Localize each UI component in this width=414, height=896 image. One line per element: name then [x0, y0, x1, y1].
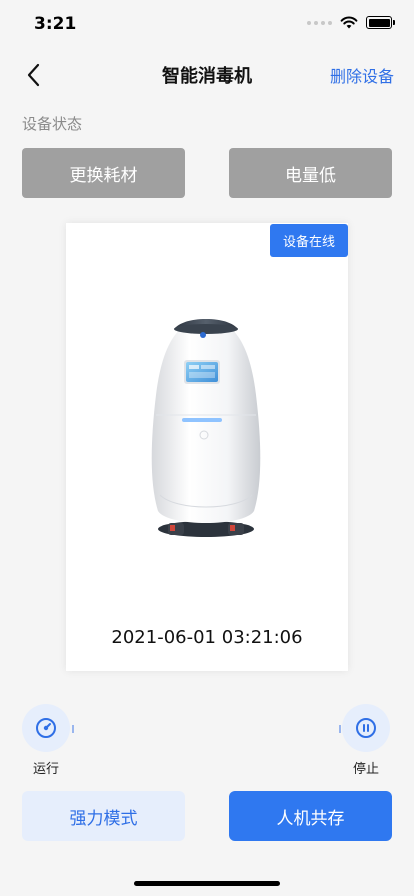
low-battery-button[interactable]: 电量低 — [229, 148, 392, 198]
stop-label: 停止 — [352, 762, 379, 777]
device-timestamp: 2021-06-01 03:21:06 — [111, 627, 303, 648]
status-icons — [307, 16, 395, 29]
status-bar: 3:21 — [0, 0, 414, 48]
device-card: 设备在线 2021-06-01 03:21:06 — [66, 223, 348, 671]
battery-icon — [366, 16, 395, 29]
strong-mode-button[interactable]: 强力模式 — [22, 791, 185, 841]
home-indicator[interactable] — [134, 881, 280, 886]
disinfection-robot-image — [151, 319, 261, 537]
nav-bar: 智能消毒机 删除设备 — [0, 52, 414, 96]
run-button[interactable] — [22, 704, 70, 752]
human-machine-coexist-button[interactable]: 人机共存 — [229, 791, 392, 841]
wifi-icon — [340, 16, 358, 29]
pause-icon — [356, 718, 376, 738]
cellular-signal-icon — [307, 20, 332, 25]
replace-consumables-button[interactable]: 更换耗材 — [22, 148, 185, 198]
gauge-icon — [36, 718, 56, 738]
run-label: 运行 — [32, 762, 59, 777]
status-time: 3:21 — [34, 14, 77, 34]
scroll-hint-right — [339, 725, 341, 733]
delete-device-button[interactable]: 删除设备 — [330, 63, 394, 87]
online-status-badge: 设备在线 — [270, 224, 348, 257]
device-status-label: 设备状态 — [22, 115, 83, 133]
stop-button[interactable] — [342, 704, 390, 752]
scroll-hint-left — [72, 725, 74, 733]
